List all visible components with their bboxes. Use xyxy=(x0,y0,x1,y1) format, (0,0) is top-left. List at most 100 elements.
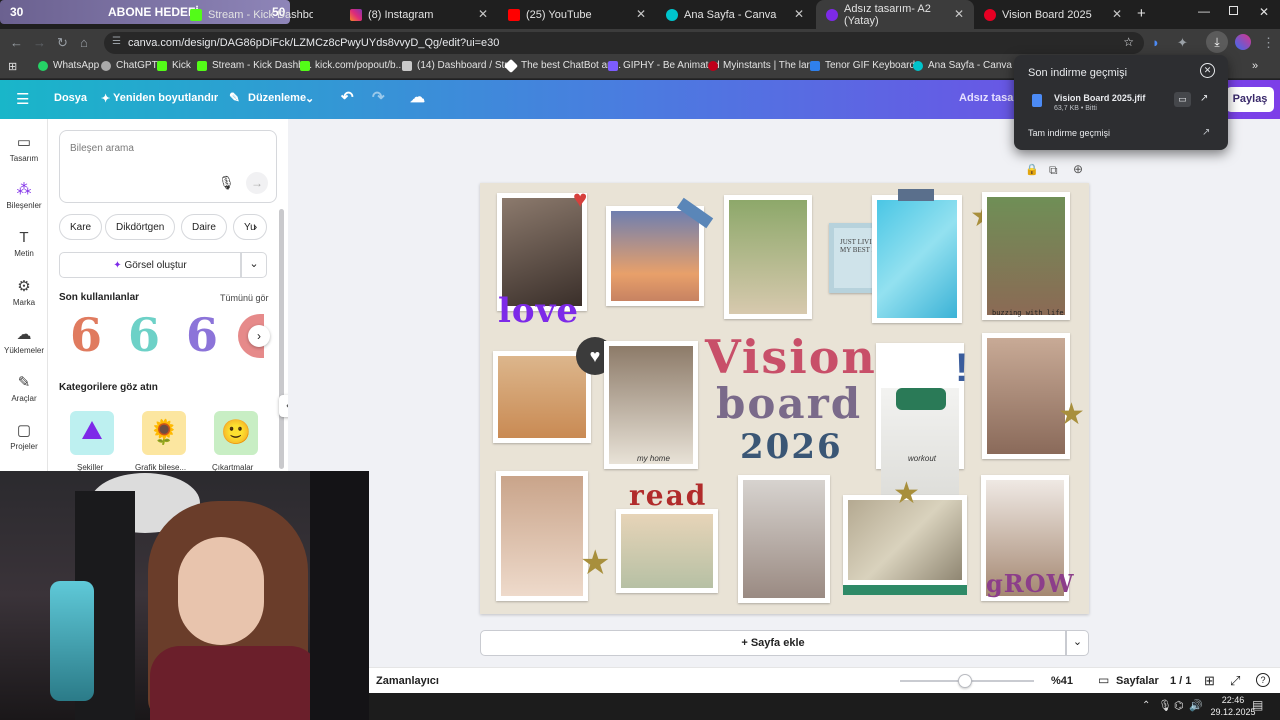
open-external-icon[interactable]: ↗ xyxy=(1202,127,1210,138)
extension-icon[interactable]: ◗ xyxy=(1152,35,1160,50)
bookmark-popout[interactable]: kick.com/popout/b... xyxy=(300,60,404,71)
rail-elements[interactable]: ⁂ Bileşenler xyxy=(0,180,48,210)
duplicate-icon[interactable]: ⧉ xyxy=(1049,163,1058,178)
photo-bedroom[interactable] xyxy=(604,341,698,469)
star-sticker[interactable]: ★ xyxy=(580,543,610,583)
bookmark-myinstants[interactable]: Myinstants | The lar... xyxy=(708,60,818,71)
home-icon[interactable]: ⌂ xyxy=(80,35,88,50)
hamburger-icon[interactable]: ☰ xyxy=(16,90,29,108)
photo-book[interactable] xyxy=(616,509,718,593)
bookmark-tenor[interactable]: Tenor GIF Keyboard... xyxy=(810,60,923,71)
notification-icon[interactable]: ▤ xyxy=(1252,698,1263,712)
undo-icon[interactable]: ↶ xyxy=(341,88,354,106)
resize-button[interactable]: Yeniden boyutlandır xyxy=(113,92,218,104)
photo-yoga[interactable] xyxy=(982,333,1070,459)
bookmark-canva[interactable]: Ana Sayfa - Canva xyxy=(913,60,1012,71)
exclamation-sticker[interactable]: ! xyxy=(955,346,968,391)
chip-partial[interactable]: Yu xyxy=(233,214,267,240)
grid-view-icon[interactable]: ⊞ xyxy=(1204,673,1215,689)
window-close-icon[interactable]: ✕ xyxy=(1259,5,1269,19)
design-title[interactable]: Adsız tasarı xyxy=(959,92,1021,104)
tab-canva-design[interactable]: Adsız tasarım- A2 (Yatay) ✕ xyxy=(816,0,974,29)
resize-icon[interactable]: ✦ xyxy=(101,92,110,105)
lock-icon[interactable]: 🔒 xyxy=(1025,163,1039,176)
url-input[interactable]: ☰ canva.com/design/DAG86pDiFck/LZMCz8cPw… xyxy=(104,32,1144,54)
search-box[interactable]: Bileşen arama 🎙 → xyxy=(59,130,277,203)
menu-icon[interactable]: ⋮ xyxy=(1262,35,1275,51)
zoom-slider-handle[interactable] xyxy=(957,674,972,688)
tab-canva-home[interactable]: Ana Sayfa - Canva ✕ xyxy=(656,0,814,29)
tray-chevron-icon[interactable]: ⌃ xyxy=(1142,700,1150,711)
category-shapes[interactable] xyxy=(70,411,114,455)
edit-menu[interactable]: Düzenleme xyxy=(248,92,306,104)
category-stickers[interactable]: 🙂 xyxy=(214,411,258,455)
chevron-down-icon[interactable]: ⌄ xyxy=(305,92,314,105)
show-in-folder-icon[interactable]: ▭ xyxy=(1174,92,1191,107)
submit-arrow-icon[interactable]: → xyxy=(246,172,268,194)
rail-tools[interactable]: ✎ Araçlar xyxy=(0,373,48,403)
restore-icon[interactable] xyxy=(1229,6,1238,15)
recent-sticker-six-2[interactable]: 6 xyxy=(121,310,167,360)
photo-village[interactable] xyxy=(724,195,812,319)
rail-text[interactable]: T Metin xyxy=(0,229,48,258)
photo-friends[interactable] xyxy=(982,192,1070,320)
photo-airplane[interactable] xyxy=(606,206,704,306)
rail-uploads[interactable]: ☁ Yüklemeler xyxy=(0,325,48,355)
redo-icon[interactable]: ↷ xyxy=(372,88,385,106)
download-filename[interactable]: Vision Board 2025.jfif xyxy=(1054,93,1145,103)
microphone-icon[interactable]: 🎙 xyxy=(1158,699,1172,712)
bookmark-chatbot[interactable]: The best ChatBot an... xyxy=(503,58,621,73)
reload-icon[interactable]: ↻ xyxy=(57,35,68,51)
tab-instagram[interactable]: (8) Instagram ✕ xyxy=(340,0,498,29)
carousel-next-icon[interactable]: › xyxy=(248,325,270,347)
star-sticker[interactable]: ★ xyxy=(1058,397,1085,432)
add-page-icon[interactable]: ⊕ xyxy=(1073,162,1083,176)
photo-pool[interactable] xyxy=(872,195,962,323)
chip-rectangle[interactable]: Dikdörtgen xyxy=(105,214,176,240)
minimize-icon[interactable]: — xyxy=(1198,4,1210,18)
avatar[interactable] xyxy=(1235,34,1251,50)
file-menu[interactable]: Dosya xyxy=(54,92,87,104)
network-icon[interactable]: ⌬ xyxy=(1174,699,1184,712)
recent-sticker-six-3[interactable]: 6 xyxy=(179,310,225,360)
help-icon[interactable]: ? xyxy=(1256,673,1270,687)
open-external-icon[interactable]: ↗ xyxy=(1200,93,1208,104)
tab-kick-dashboard[interactable]: Stream - Kick Dashboard xyxy=(180,0,330,29)
add-page-dropdown[interactable]: ⌄ xyxy=(1066,630,1089,656)
zoom-value[interactable]: %41 xyxy=(1051,675,1073,687)
see-all-link[interactable]: Tümünü gör xyxy=(220,293,269,303)
close-icon[interactable]: ✕ xyxy=(478,7,488,21)
vision-board-page[interactable]: ♥ love JUST LIVING MY BEST LIFE ★ buzzin… xyxy=(480,183,1089,614)
clock-time[interactable]: 22:46 xyxy=(1213,695,1253,705)
edit-icon[interactable]: ✎ xyxy=(229,90,240,106)
close-icon[interactable]: ✕ xyxy=(636,7,646,21)
chip-circle[interactable]: Daire xyxy=(181,214,227,240)
heart-sticker[interactable]: ♥ xyxy=(573,186,587,214)
tab-pinterest[interactable]: Vision Board 2025 ✕ xyxy=(974,0,1132,29)
new-tab-icon[interactable]: + xyxy=(1137,5,1146,22)
photo-dog[interactable] xyxy=(493,351,591,443)
rail-design[interactable]: ▭ Tasarım xyxy=(0,133,48,163)
chip-square[interactable]: Kare xyxy=(59,214,103,240)
bookmark-giphy[interactable]: GIPHY - Be Animated xyxy=(608,60,720,71)
bookmark-stream[interactable]: Stream - Kick Dashb... xyxy=(197,60,312,71)
star-sticker[interactable]: ★ xyxy=(893,476,920,511)
close-icon[interactable]: ✕ xyxy=(954,7,964,21)
fullscreen-icon[interactable]: ⤢ xyxy=(1230,673,1240,689)
more-bookmarks-icon[interactable]: » xyxy=(1252,60,1258,72)
microphone-icon[interactable]: 🎙 xyxy=(218,175,235,191)
bookmark-dashboard[interactable]: (14) Dashboard / Str... xyxy=(402,60,515,71)
apps-icon[interactable]: ⊞ xyxy=(8,60,17,73)
generate-dropdown[interactable]: ⌄ xyxy=(241,252,267,278)
back-icon[interactable]: ← xyxy=(10,35,23,50)
bookmark-chatgpt[interactable]: ChatGPT xyxy=(101,60,158,71)
close-icon[interactable]: ✕ xyxy=(794,7,804,21)
close-icon[interactable]: ✕ xyxy=(1112,7,1122,21)
close-icon[interactable]: ✕ xyxy=(1200,63,1215,78)
rail-brand[interactable]: ⚙ Marka xyxy=(0,277,48,307)
site-info-icon[interactable]: ☰ xyxy=(112,36,121,47)
photo-skincare[interactable] xyxy=(496,471,588,601)
search-input[interactable]: Bileşen arama xyxy=(70,143,134,154)
bookmark-whatsapp[interactable]: WhatsApp xyxy=(38,60,99,71)
category-graphics[interactable]: 🌻 xyxy=(142,411,186,455)
